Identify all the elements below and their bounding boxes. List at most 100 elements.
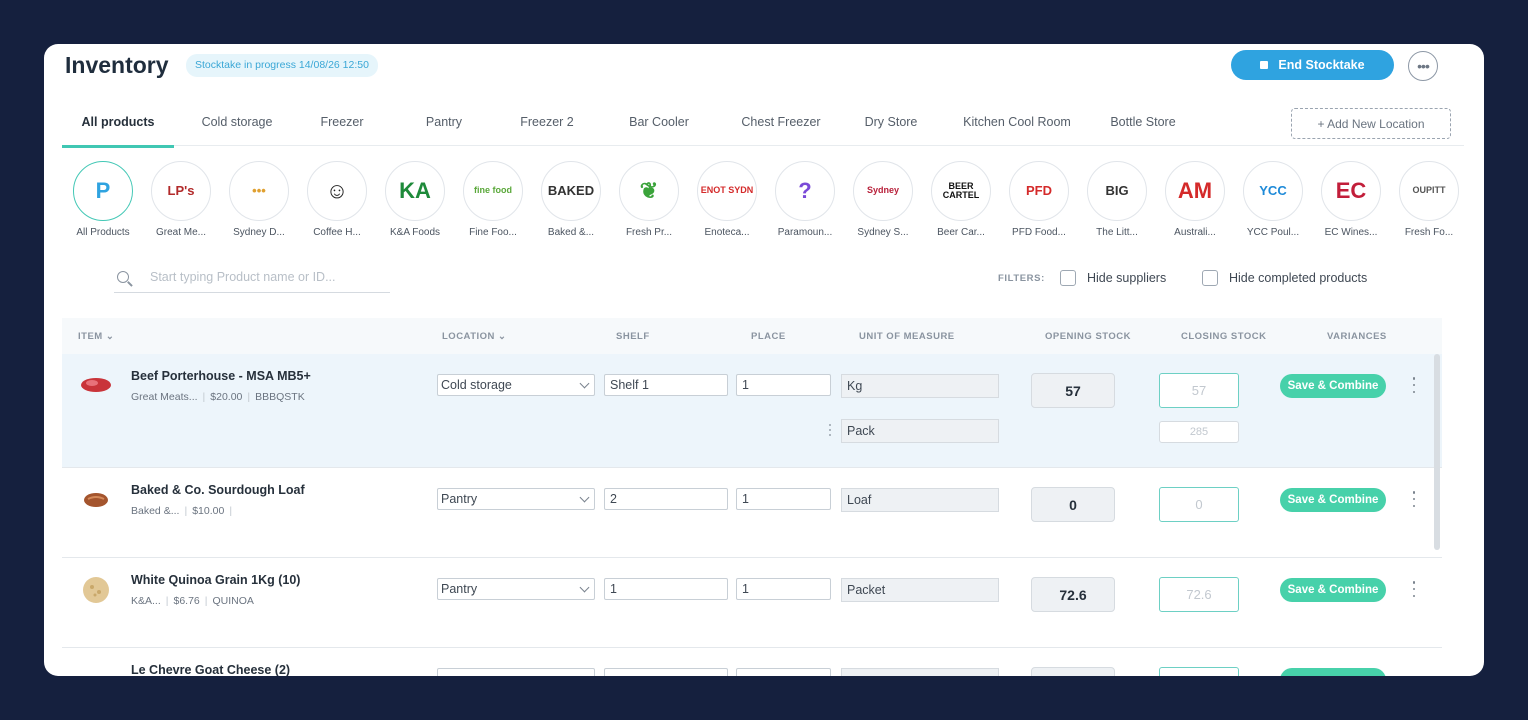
supplier-filter-row: P All Products LP's Great Me... ••• Sydney D.… [64,161,1468,238]
supplier-filter-item[interactable]: LP's Great Me... [142,161,220,238]
supplier-logo: BIG [1087,161,1147,221]
supplier-label: Fresh Pr... [625,227,673,238]
supplier-logo: LP's [151,161,211,221]
product-supplier: K&A... [131,595,161,607]
location-select[interactable] [437,668,595,676]
save-combine-button[interactable] [1280,668,1386,676]
col-item[interactable]: ITEM ⌄ [78,331,114,342]
supplier-logo: EC [1321,161,1381,221]
col-place: PLACE [751,331,786,342]
search-input[interactable] [150,270,380,284]
closing-stock-input[interactable]: 57 [1159,373,1239,408]
tab-pantry[interactable]: Pantry [409,108,479,148]
col-location[interactable]: LOCATION ⌄ [442,331,507,342]
location-select[interactable]: Cold storage [437,374,595,396]
row-menu-icon[interactable] [1407,377,1421,393]
hide-suppliers-checkbox[interactable] [1060,270,1076,286]
tab-freezer[interactable]: Freezer [302,108,382,148]
product-search [114,262,390,293]
supplier-filter-item[interactable]: OUPITT Fresh Fo... [1390,161,1468,238]
save-combine-button[interactable]: Save & Combine [1280,488,1386,512]
supplier-filter-item[interactable]: fine food Fine Foo... [454,161,532,238]
drag-handle-icon[interactable] [826,424,834,436]
col-closing-stock: CLOSING STOCK [1181,331,1267,342]
closing-stock-input[interactable] [1159,667,1239,676]
unit-of-measure [841,668,999,676]
tab-bar-cooler[interactable]: Bar Cooler [609,108,709,148]
supplier-filter-item[interactable]: KA K&A Foods [376,161,454,238]
shelf-input[interactable]: Shelf 1 [604,374,728,396]
row-menu-icon[interactable] [1407,581,1421,597]
shelf-input[interactable]: 2 [604,488,728,510]
product-name: Beef Porterhouse - MSA MB5+ [131,369,311,383]
supplier-logo: KA [385,161,445,221]
unit-of-measure-secondary: Pack [841,419,999,443]
place-input[interactable]: 1 [736,578,831,600]
closing-stock-input[interactable]: 72.6 [1159,577,1239,612]
end-stocktake-button[interactable]: End Stocktake [1231,50,1394,80]
product-thumbnail [78,482,114,518]
product-meta: K&A... | $6.76 | QUINOA [131,595,254,607]
hide-suppliers-filter[interactable]: Hide suppliers [1060,270,1166,286]
supplier-filter-item[interactable]: YCC YCC Poul... [1234,161,1312,238]
more-options-button[interactable]: ••• [1408,51,1438,81]
hide-completed-filter[interactable]: Hide completed products [1202,270,1367,286]
supplier-filter-item[interactable]: Sydney Sydney S... [844,161,922,238]
opening-stock: 57 [1031,373,1115,408]
product-supplier: Baked &... [131,505,180,517]
supplier-filter-item[interactable]: EC EC Wines... [1312,161,1390,238]
supplier-logo: ? [775,161,835,221]
product-price: $6.76 [173,595,200,607]
place-input[interactable] [736,668,831,676]
table-scrollbar[interactable] [1434,354,1440,550]
place-input[interactable]: 1 [736,374,831,396]
tab-all-products[interactable]: All products [62,108,174,148]
supplier-label: Paramoun... [777,227,833,238]
closing-stock-secondary-input[interactable]: 285 [1159,421,1239,443]
closing-stock-input[interactable]: 0 [1159,487,1239,522]
supplier-label: The Litt... [1096,227,1138,238]
chevron-down-icon [579,492,590,503]
product-code: BBBQSTK [255,391,305,403]
chevron-down-icon [579,582,590,593]
shelf-input[interactable] [604,668,728,676]
product-meta: Great Meats... | $20.00 | BBBQSTK [131,391,305,403]
tab-dry-store[interactable]: Dry Store [846,108,936,148]
supplier-logo: P [73,161,133,221]
supplier-filter-item[interactable]: ENOT SYDN Enoteca... [688,161,766,238]
chevron-down-icon [579,378,590,389]
supplier-label: All Products [76,227,130,238]
location-select[interactable]: Pantry [437,578,595,600]
tab-freezer-2[interactable]: Freezer 2 [502,108,592,148]
supplier-filter-item[interactable]: BEER CARTEL Beer Car... [922,161,1000,238]
supplier-filter-item[interactable]: AM Australi... [1156,161,1234,238]
supplier-logo: BEER CARTEL [931,161,991,221]
tab-kitchen-cool-room[interactable]: Kitchen Cool Room [952,108,1082,148]
add-new-location-button[interactable]: + Add New Location [1291,108,1451,139]
location-value: Pantry [441,582,478,596]
supplier-filter-item[interactable]: ☺ Coffee H... [298,161,376,238]
shelf-input[interactable]: 1 [604,578,728,600]
row-menu-icon[interactable] [1407,491,1421,507]
supplier-filter-item[interactable]: ❦ Fresh Pr... [610,161,688,238]
supplier-label: Enoteca... [704,227,750,238]
supplier-filter-item[interactable]: BIG The Litt... [1078,161,1156,238]
supplier-filter-item[interactable]: BAKED Baked &... [532,161,610,238]
supplier-filter-item[interactable]: PFD PFD Food... [1000,161,1078,238]
tab-cold-storage[interactable]: Cold storage [186,108,288,148]
place-input[interactable]: 1 [736,488,831,510]
tab-bottle-store[interactable]: Bottle Store [1098,108,1188,148]
supplier-filter-item[interactable]: ? Paramoun... [766,161,844,238]
supplier-filter-item[interactable]: ••• Sydney D... [220,161,298,238]
save-combine-button[interactable]: Save & Combine [1280,374,1386,398]
tab-chest-freezer[interactable]: Chest Freezer [726,108,836,148]
save-combine-button[interactable]: Save & Combine [1280,578,1386,602]
supplier-logo: OUPITT [1399,161,1459,221]
supplier-logo: AM [1165,161,1225,221]
col-shelf: SHELF [616,331,650,342]
location-select[interactable]: Pantry [437,488,595,510]
table-row: White Quinoa Grain 1Kg (10) K&A... | $6.76… [62,558,1442,648]
supplier-filter-item[interactable]: P All Products [64,161,142,238]
supplier-label: Baked &... [547,227,595,238]
hide-completed-checkbox[interactable] [1202,270,1218,286]
